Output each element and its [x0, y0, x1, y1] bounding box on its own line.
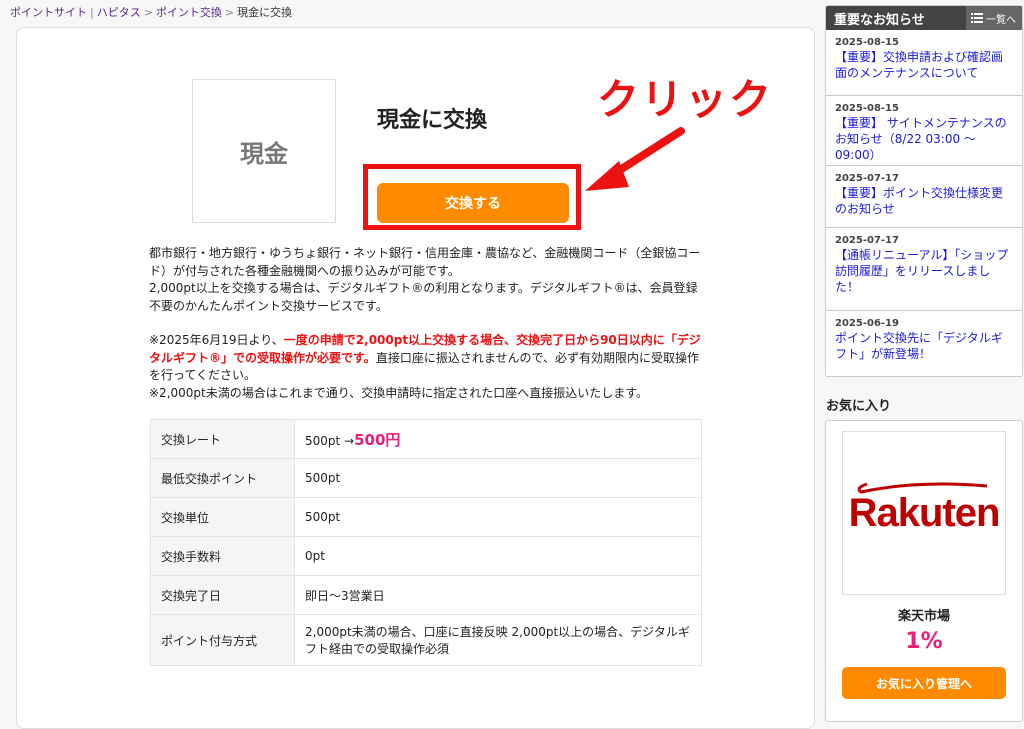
table-value: 即日〜3営業日: [294, 575, 702, 615]
breadcrumb-current: 現金に交換: [237, 6, 293, 19]
notice-prefix: ※2025年6月19日より、: [149, 333, 284, 347]
description-paragraph: 都市銀行・地方銀行・ゆうちょ銀行・ネット銀行・信用金庫・農協など、金融機関コード…: [149, 246, 701, 278]
notice-header: 重要なお知らせ 一覧へ: [826, 6, 1022, 30]
notice-link[interactable]: 【重要】ポイント交換仕様変更のお知らせ: [835, 185, 1013, 217]
breadcrumb-separator: >: [224, 6, 235, 19]
favorite-shop-rate: 1%: [905, 629, 943, 654]
click-annotation: クリック: [597, 75, 774, 124]
rakuten-wordmark: Rakuten: [848, 490, 1001, 535]
notice-link[interactable]: 【通帳リニューアル】「ショップ訪問履歴」をリリースしました！: [835, 247, 1013, 295]
cash-logo: 現金: [192, 79, 336, 223]
exchange-detail-card: 現金 現金に交換 交換する クリック 都市銀行・地方銀行・ゆうちょ銀行・ネット銀…: [16, 27, 815, 729]
manage-favorites-button[interactable]: お気に入り管理へ: [842, 667, 1006, 699]
favorite-shop-card: Rakuten 楽天市場 1% お気に入り管理へ: [825, 420, 1023, 722]
table-value: 500pt →500円: [294, 419, 702, 459]
notice-date: 2025-07-17: [835, 235, 899, 246]
notice-link[interactable]: ポイント交換先に「デジタルギフト」が新登場！: [835, 330, 1013, 362]
favorites-heading: お気に入り: [826, 399, 892, 414]
description-paragraph: ※2,000pt未満の場合はこれまで通り、交換申請時に指定された口座へ直接振込い…: [149, 385, 649, 400]
notice-item: 2025-08-15 【重要】 サイトメンテナンスのお知らせ（8/22 03:0…: [826, 96, 1022, 166]
table-row: 交換レート 500pt →500円: [150, 419, 702, 459]
notice-title: 重要なお知らせ: [834, 12, 925, 28]
description-notice: ※2025年6月19日より、一度の申請で2,000pt以上交換する場合、交換完了…: [149, 332, 704, 385]
table-label: ポイント付与方式: [150, 614, 295, 666]
notice-date: 2025-07-17: [835, 173, 899, 184]
arrow-icon: [585, 127, 685, 191]
rate-from: 500pt →: [305, 433, 355, 448]
notice-item: 2025-06-19 ポイント交換先に「デジタルギフト」が新登場！: [826, 311, 1022, 367]
view-all-button[interactable]: 一覧へ: [966, 6, 1022, 30]
table-row: 交換単位 500pt: [150, 497, 702, 537]
notice-link[interactable]: 【重要】交換申請および確認画面のメンテナンスについて: [835, 49, 1013, 81]
table-row: 最低交換ポイント 500pt: [150, 458, 702, 498]
table-value: 2,000pt未満の場合、口座に直接反映 2,000pt以上の場合、デジタルギフ…: [294, 614, 702, 666]
table-label: 交換レート: [150, 419, 295, 459]
notice-date: 2025-06-19: [835, 318, 899, 329]
table-row: 交換手数料 0pt: [150, 536, 702, 576]
notice-date: 2025-08-15: [835, 103, 899, 114]
rakuten-logo[interactable]: Rakuten: [842, 431, 1006, 595]
notice-item: 2025-08-15 【重要】交換申請および確認画面のメンテナンスについて: [826, 30, 1022, 96]
exchange-info-table: 交換レート 500pt →500円 最低交換ポイント 500pt 交換単位 50…: [150, 419, 702, 666]
table-row: ポイント付与方式 2,000pt未満の場合、口座に直接反映 2,000pt以上の…: [150, 614, 702, 666]
table-value: 500pt: [294, 458, 702, 498]
table-row: 交換完了日 即日〜3営業日: [150, 575, 702, 615]
table-label: 最低交換ポイント: [150, 458, 295, 498]
notice-link[interactable]: 【重要】 サイトメンテナンスのお知らせ（8/22 03:00 〜 09:00）: [835, 115, 1013, 163]
exchange-description: 都市銀行・地方銀行・ゆうちょ銀行・ネット銀行・信用金庫・農協など、金融機関コード…: [149, 245, 704, 402]
description-paragraph: 2,000pt以上を交換する場合は、デジタルギフト®の利用となります。デジタルギ…: [149, 281, 698, 313]
table-label: 交換完了日: [150, 575, 295, 615]
table-label: 交換単位: [150, 497, 295, 537]
important-notices-panel: 重要なお知らせ 一覧へ 2025-08-15 【重要】交換申請および確認画面のメ…: [825, 5, 1023, 377]
exchange-button[interactable]: 交換する: [377, 183, 569, 223]
breadcrumb-separator: >: [143, 6, 153, 19]
breadcrumb: ポイントサイト | ハピタス > ポイント交換 > 現金に交換: [10, 4, 292, 20]
table-label: 交換手数料: [150, 536, 295, 576]
rakuten-swoosh-icon: [857, 482, 988, 494]
favorite-shop-name: 楽天市場: [897, 609, 950, 624]
page-title: 現金に交換: [377, 108, 488, 133]
notice-item: 2025-07-17 【通帳リニューアル】「ショップ訪問履歴」をリリースしました…: [826, 228, 1022, 311]
view-all-label: 一覧へ: [986, 14, 1016, 26]
breadcrumb-link-point-site[interactable]: ポイントサイト: [10, 6, 87, 19]
notice-item: 2025-07-17 【重要】ポイント交換仕様変更のお知らせ: [826, 166, 1022, 228]
breadcrumb-divider: |: [90, 6, 94, 19]
notice-date: 2025-08-15: [835, 37, 899, 48]
breadcrumb-link-hapitas[interactable]: ハピタス: [97, 6, 141, 19]
rate-to: 500円: [354, 430, 401, 449]
breadcrumb-link-point-exchange[interactable]: ポイント交換: [156, 6, 222, 19]
table-value: 0pt: [294, 536, 702, 576]
table-value: 500pt: [294, 497, 702, 537]
list-icon: [971, 13, 983, 23]
